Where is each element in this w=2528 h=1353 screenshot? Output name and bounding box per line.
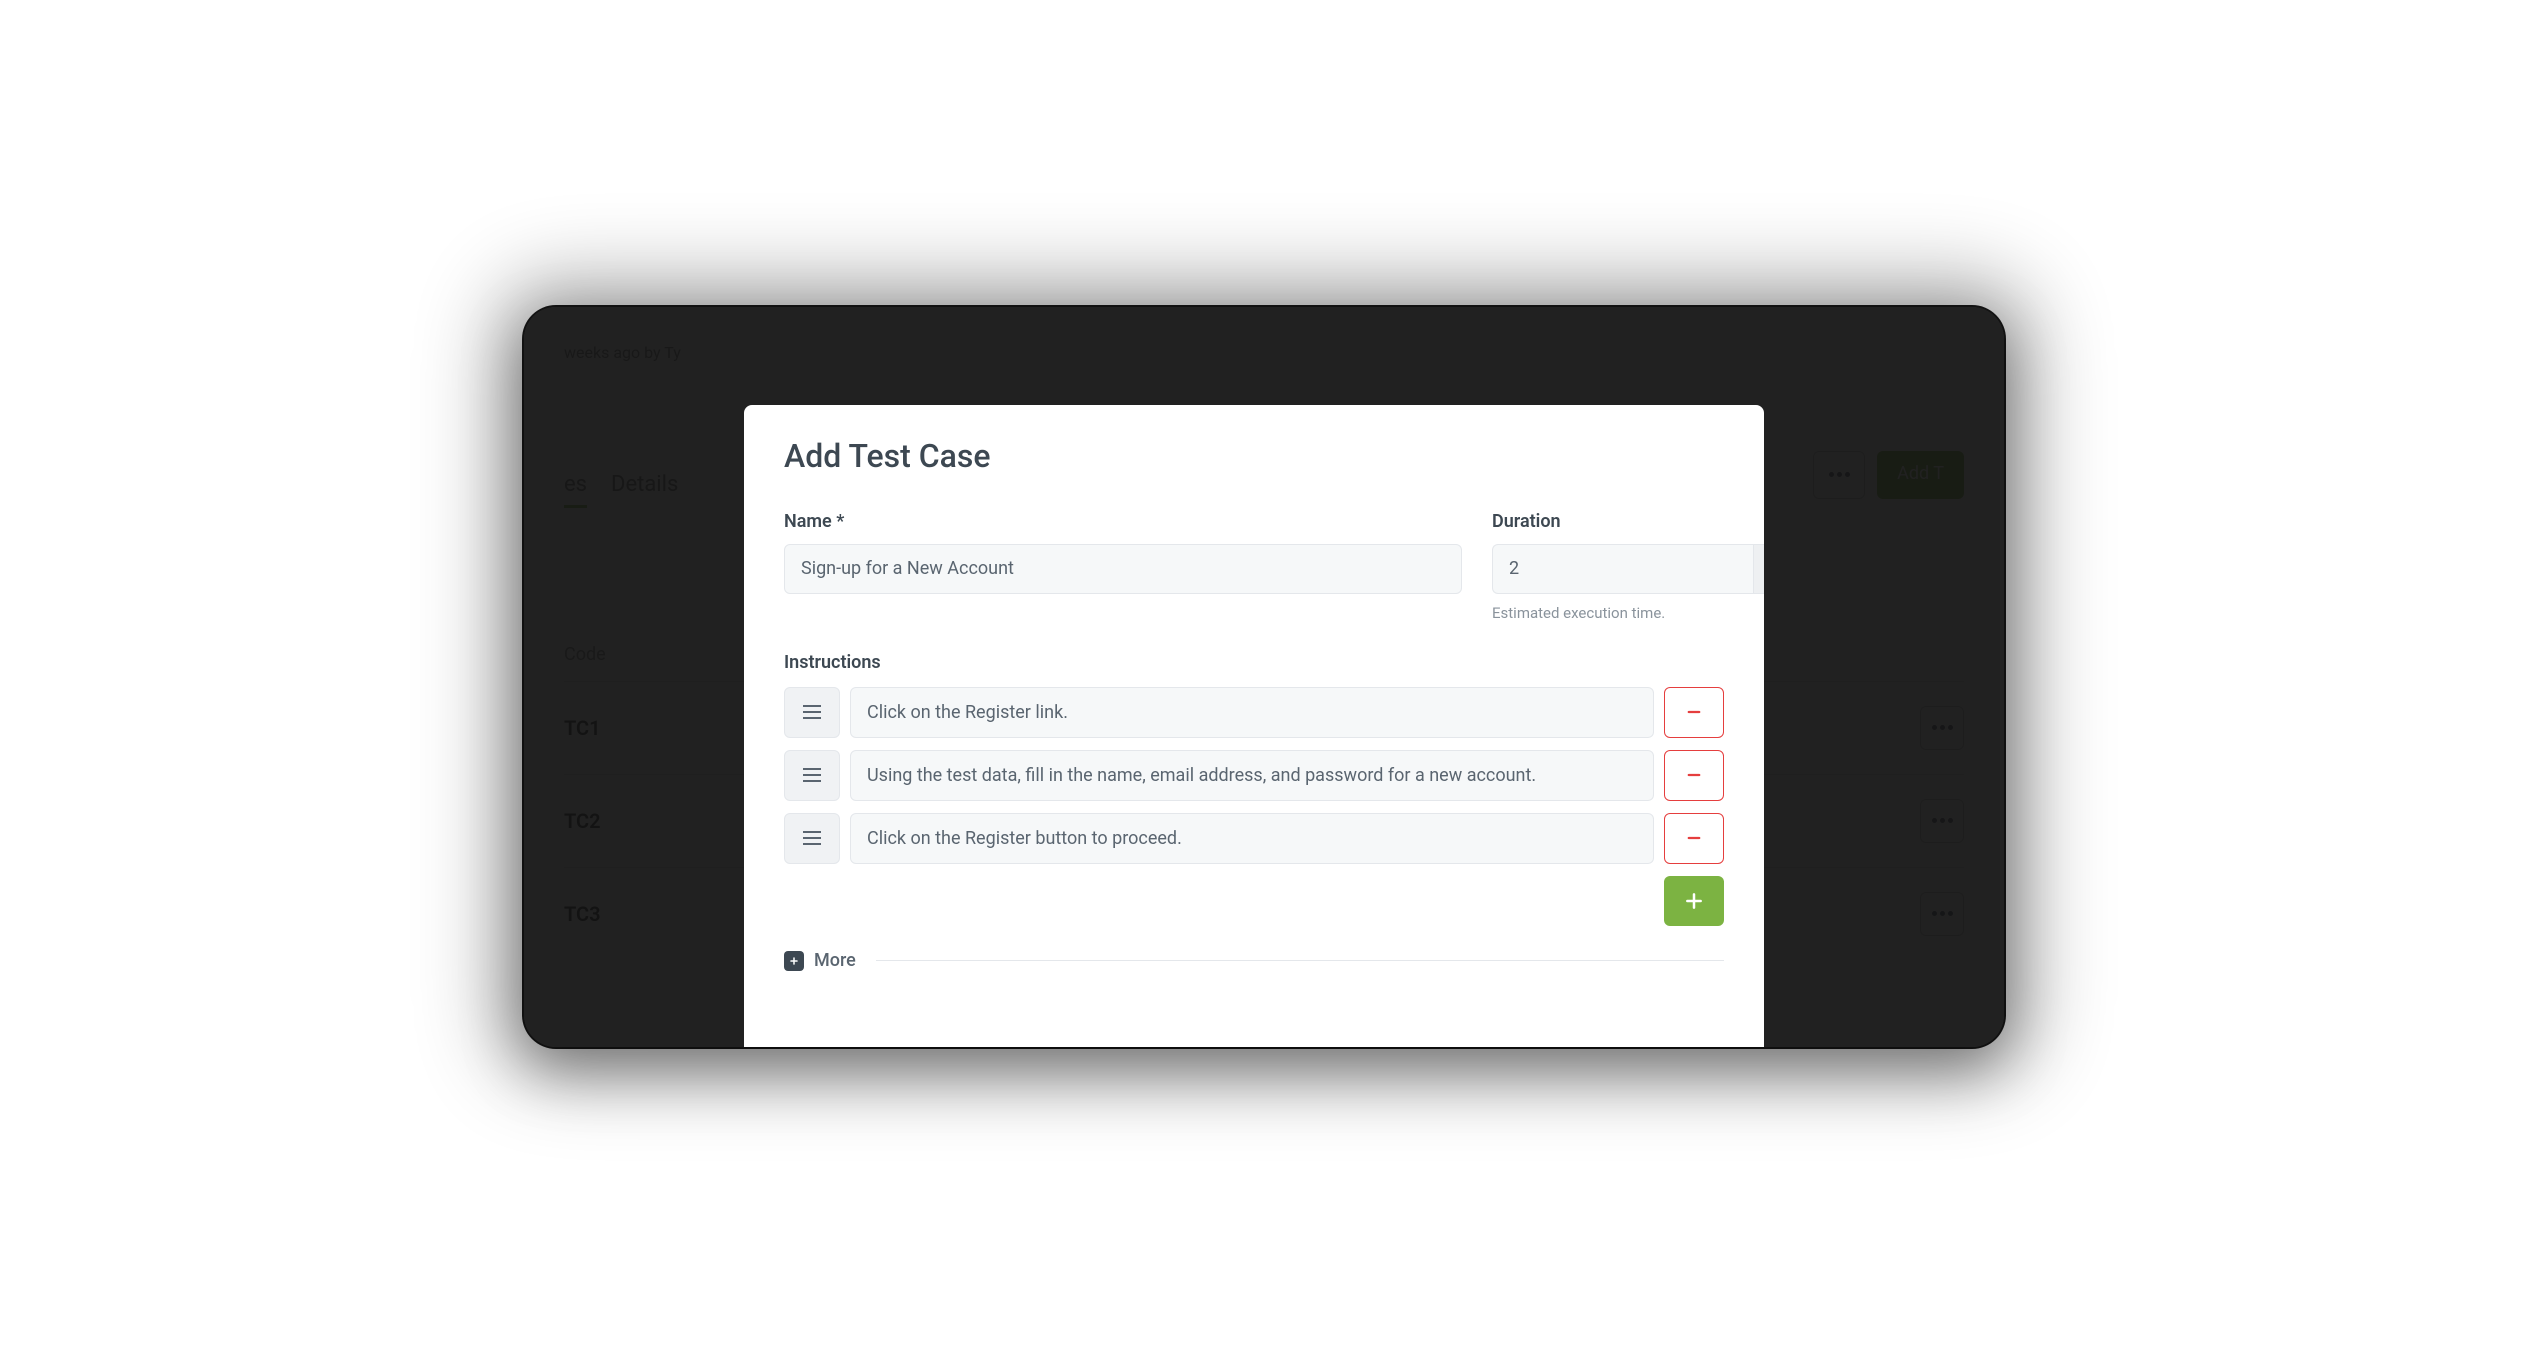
duration-unit: min [1753,544,1764,594]
minus-icon [1685,766,1703,784]
plus-square-icon [784,951,804,971]
add-test-case-modal: Add Test Case Name * Duration min Estima… [744,405,1764,1047]
plus-icon [1684,891,1704,911]
drag-handle[interactable] [784,813,840,864]
instructions-label: Instructions [784,652,1724,673]
name-label: Name * [784,511,1462,532]
add-instruction-button[interactable] [1664,876,1724,926]
duration-input[interactable] [1492,544,1753,594]
instructions-list [784,687,1724,865]
duration-label: Duration [1492,511,1724,532]
drag-icon [803,768,821,782]
modal-title: Add Test Case [784,437,1724,475]
minus-icon [1685,703,1703,721]
instruction-input[interactable] [850,813,1654,864]
instruction-row [784,813,1724,864]
drag-icon [803,705,821,719]
app-window: weeks ago by Ty es Details Add T Code TC… [524,307,2004,1047]
instruction-row [784,750,1724,801]
instruction-input[interactable] [850,750,1654,801]
more-label: More [814,950,856,971]
more-toggle[interactable]: More [784,950,1724,971]
duration-help: Estimated execution time. [1492,604,1724,622]
remove-instruction-button[interactable] [1664,687,1724,738]
remove-instruction-button[interactable] [1664,750,1724,801]
instruction-input[interactable] [850,687,1654,738]
minus-icon [1685,829,1703,847]
drag-handle[interactable] [784,687,840,738]
instruction-row [784,687,1724,738]
name-input[interactable] [784,544,1462,594]
drag-handle[interactable] [784,750,840,801]
drag-icon [803,831,821,845]
remove-instruction-button[interactable] [1664,813,1724,864]
